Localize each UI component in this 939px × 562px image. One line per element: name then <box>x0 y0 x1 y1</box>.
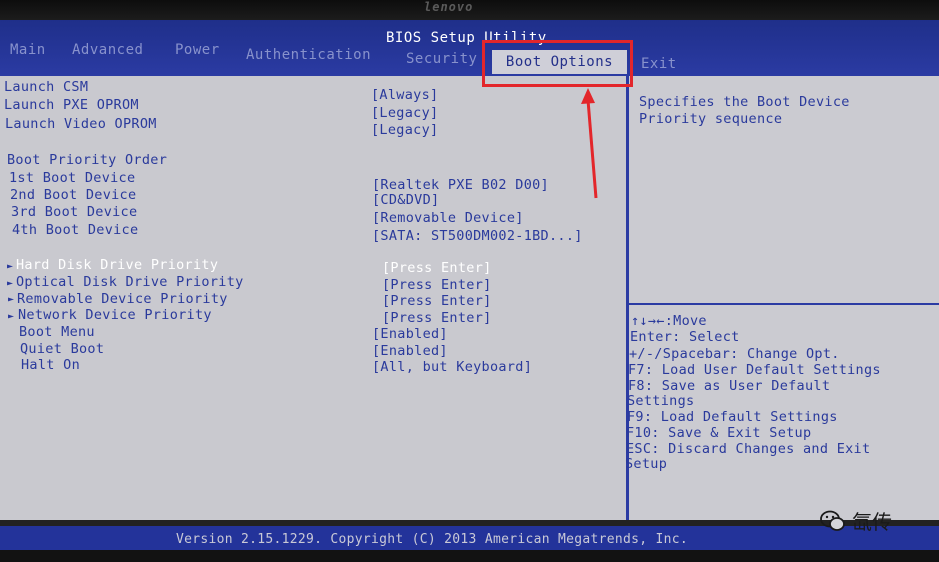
launch-video-label: Launch Video OPROM <box>5 116 157 132</box>
help-key-change: +/-/Spacebar: Change Opt. <box>629 346 840 362</box>
help-divider <box>629 303 939 305</box>
help-description-line: Specifies the Boot Device <box>639 94 850 110</box>
optical-priority-label[interactable]: Optical Disk Drive Priority <box>16 274 244 290</box>
quiet-boot-value[interactable]: [Enabled] <box>372 343 448 359</box>
boot-device-1-value[interactable]: [Realtek PXE B02 D00] <box>372 177 549 193</box>
boot-device-3-value[interactable]: [Removable Device] <box>372 210 524 226</box>
network-priority-label[interactable]: Network Device Priority <box>18 307 212 323</box>
submenu-marker-icon: ► <box>8 294 15 305</box>
help-key-f10: F10: Save & Exit Setup <box>626 425 812 441</box>
tab-advanced[interactable]: Advanced <box>72 42 143 58</box>
tab-security[interactable]: Security <box>406 51 477 67</box>
launch-csm-label: Launch CSM <box>4 79 89 95</box>
removable-priority-value[interactable]: [Press Enter] <box>382 293 492 309</box>
submenu-marker-icon: ► <box>8 311 15 322</box>
boot-device-2-value[interactable]: [CD&DVD] <box>372 192 439 208</box>
hdd-priority-value[interactable]: [Press Enter] <box>382 260 492 276</box>
network-priority-value[interactable]: [Press Enter] <box>382 310 492 326</box>
launch-video-value[interactable]: [Legacy] <box>371 122 438 138</box>
help-key-f8: F8: Save as User Default <box>628 378 831 394</box>
watermark-text: 氙传 <box>852 510 892 534</box>
tab-main[interactable]: Main <box>10 42 46 58</box>
halt-on-label: Halt On <box>21 357 80 373</box>
quiet-boot-label: Quiet Boot <box>20 341 105 357</box>
help-key-move: ↑↓→←:Move <box>631 313 707 329</box>
tab-exit[interactable]: Exit <box>641 56 677 72</box>
watermark: 氙传 <box>820 506 892 535</box>
boot-menu-value[interactable]: [Enabled] <box>372 326 448 342</box>
help-key-select: Enter: Select <box>630 329 740 345</box>
halt-on-value[interactable]: [All, but Keyboard] <box>372 359 532 375</box>
help-key-esc-cont: Setup <box>625 456 668 472</box>
annotation-highlight-box <box>482 40 633 87</box>
launch-csm-value[interactable]: [Always] <box>371 87 438 103</box>
submenu-marker-icon: ► <box>7 261 14 272</box>
help-key-f7: F7: Load User Default Settings <box>628 362 881 378</box>
removable-priority-label[interactable]: Removable Device Priority <box>17 291 228 307</box>
monitor-bezel-bottom <box>0 550 939 562</box>
boot-menu-label: Boot Menu <box>19 324 95 340</box>
boot-device-3-label: 3rd Boot Device <box>11 204 138 220</box>
launch-pxe-value[interactable]: [Legacy] <box>371 105 438 121</box>
annotation-arrow-icon <box>581 88 598 199</box>
monitor-logo: lenovo <box>424 0 474 14</box>
help-key-f8-cont: Settings <box>627 393 695 409</box>
boot-priority-heading: Boot Priority Order <box>7 152 168 168</box>
optical-priority-value[interactable]: [Press Enter] <box>382 277 492 293</box>
monitor-bezel-top: lenovo <box>0 0 939 20</box>
boot-device-4-value[interactable]: [SATA: ST500DM002-1BD...] <box>372 228 583 244</box>
help-description-line: Priority sequence <box>639 111 783 127</box>
footer-version: Version 2.15.1229. Copyright (C) 2013 Am… <box>176 532 688 547</box>
tab-power[interactable]: Power <box>175 42 220 58</box>
help-key-f9: F9: Load Default Settings <box>627 409 838 425</box>
submenu-marker-icon: ► <box>7 278 14 289</box>
launch-pxe-label: Launch PXE OPROM <box>4 97 139 113</box>
hdd-priority-label[interactable]: Hard Disk Drive Priority <box>16 257 218 273</box>
boot-device-2-label: 2nd Boot Device <box>10 187 137 203</box>
wechat-icon <box>820 510 845 531</box>
bios-screen: lenovo BIOS Setup Utility Main Advanced … <box>0 0 939 562</box>
tab-authentication[interactable]: Authentication <box>246 47 371 63</box>
help-key-esc: ESC: Discard Changes and Exit <box>626 441 871 457</box>
boot-device-4-label: 4th Boot Device <box>12 222 139 238</box>
boot-device-1-label: 1st Boot Device <box>9 170 136 186</box>
